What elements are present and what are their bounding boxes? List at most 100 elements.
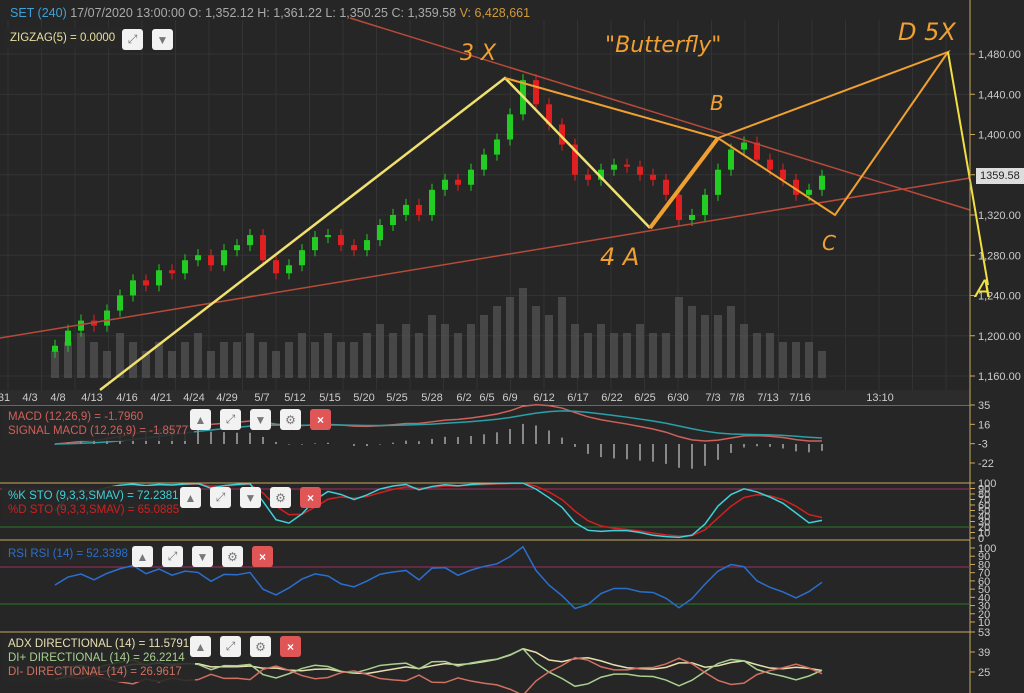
- macd-histogram-bar: [353, 444, 355, 446]
- time-tick-label: 6/17: [567, 392, 588, 404]
- macd-histogram-bar: [327, 442, 329, 444]
- candle-body: [325, 235, 331, 238]
- macd-histogram-bar: [678, 444, 680, 468]
- volume-bar: [545, 315, 553, 378]
- volume-bar: [636, 324, 644, 378]
- chart-canvas[interactable]: 3 X "Butterfly" B 4 A C D 5X A 1,480.00 1…: [0, 0, 1024, 693]
- volume-bar: [558, 297, 566, 378]
- candle-body: [481, 154, 487, 170]
- expand-icon[interactable]: ⤢: [210, 487, 231, 508]
- move-up-icon[interactable]: ▲: [132, 546, 153, 567]
- volume-bar: [233, 342, 241, 378]
- di-minus-value: DI- DIRECTIONAL (14) = 26.9617: [8, 666, 182, 678]
- macd-tick-label: 16: [978, 419, 990, 431]
- candle-body: [728, 149, 734, 170]
- macd-histogram-bar: [756, 444, 758, 447]
- candle-body: [403, 204, 409, 215]
- move-down-icon[interactable]: ▼: [240, 487, 261, 508]
- macd-histogram-bar: [743, 444, 745, 448]
- time-tick-label: 5/12: [284, 392, 305, 404]
- candle-body: [65, 330, 71, 346]
- macd-histogram-bar: [782, 444, 784, 449]
- move-down-icon[interactable]: ▼: [152, 29, 173, 50]
- volume-bar: [207, 351, 215, 378]
- expand-icon[interactable]: ⤢: [220, 409, 241, 430]
- close-icon[interactable]: ×: [310, 409, 331, 430]
- volume-label: V:: [459, 6, 471, 20]
- volume-bar: [805, 342, 813, 378]
- candle-body: [104, 310, 110, 326]
- macd-histogram-bar: [808, 444, 810, 453]
- volume-bar: [103, 351, 111, 378]
- close-icon[interactable]: ×: [252, 546, 273, 567]
- time-tick-label: 4/16: [116, 392, 137, 404]
- volume-bar: [740, 324, 748, 378]
- volume-bar: [168, 351, 176, 378]
- candle-body: [143, 280, 149, 286]
- volume-bar: [324, 333, 332, 378]
- close-icon[interactable]: ×: [300, 487, 321, 508]
- candle-body: [663, 179, 669, 195]
- macd-histogram-bar: [379, 444, 381, 445]
- expand-icon[interactable]: ⤢: [162, 546, 183, 567]
- gear-icon[interactable]: ⚙: [270, 487, 291, 508]
- macd-histogram-bar: [600, 444, 602, 458]
- price-axis[interactable]: 1,480.001,440.001,400.001,360.001,320.00…: [969, 0, 1021, 693]
- candle-body: [767, 159, 773, 170]
- candle-body: [624, 164, 630, 167]
- di-plus-value: DI+ DIRECTIONAL (14) = 26.2214: [8, 652, 185, 664]
- volume-bar: [727, 306, 735, 378]
- candle-body: [650, 174, 656, 180]
- volume-bar: [688, 306, 696, 378]
- candle-body: [429, 189, 435, 215]
- price-tick-label: 1,240.00: [978, 291, 1021, 303]
- macd-histogram-bar: [509, 429, 511, 444]
- gear-icon[interactable]: ⚙: [280, 409, 301, 430]
- macd-tick-label: 35: [978, 400, 990, 412]
- macd-histogram-bar: [392, 442, 394, 444]
- volume-bar: [129, 342, 137, 378]
- candle-body: [806, 189, 812, 195]
- high-label: H:: [257, 6, 270, 20]
- volume-bar: [77, 333, 85, 378]
- expand-icon[interactable]: ⤢: [220, 636, 241, 657]
- price-tick-label: 1,200.00: [978, 331, 1021, 343]
- move-up-icon[interactable]: ▲: [190, 409, 211, 430]
- close-value: 1,359.58: [407, 6, 457, 20]
- volume-bar: [90, 342, 98, 378]
- volume-bar: [246, 333, 254, 378]
- adx-tick-label: 25: [978, 667, 990, 679]
- candle-body: [247, 235, 253, 246]
- macd-histogram-bar: [496, 432, 498, 444]
- volume-bar: [272, 351, 280, 378]
- candle-body: [416, 204, 422, 215]
- expand-icon[interactable]: ⤢: [122, 29, 143, 50]
- time-tick-label: 13:10: [866, 392, 894, 404]
- volume-bar: [363, 333, 371, 378]
- move-down-icon[interactable]: ▼: [192, 546, 213, 567]
- volume-bar: [623, 333, 631, 378]
- volume-bar: [649, 333, 657, 378]
- high-value: 1,361.22: [273, 6, 322, 20]
- macd-histogram-bar: [197, 429, 199, 444]
- move-down-icon[interactable]: ▼: [250, 409, 271, 430]
- move-up-icon[interactable]: ▲: [190, 636, 211, 657]
- volume-bar: [493, 306, 501, 378]
- candle-body: [182, 260, 188, 274]
- candle-body: [52, 345, 58, 352]
- volume-bar: [181, 342, 189, 378]
- gear-icon[interactable]: ⚙: [222, 546, 243, 567]
- gear-icon[interactable]: ⚙: [250, 636, 271, 657]
- macd-histogram-bar: [366, 444, 368, 447]
- candle-body: [715, 169, 721, 195]
- move-up-icon[interactable]: ▲: [180, 487, 201, 508]
- adx-controls: ▲ ⤢ ⚙ ×: [190, 636, 301, 657]
- macd-histogram-bar: [587, 444, 589, 454]
- adx-tick-label: 39: [978, 647, 990, 659]
- macd-histogram-bar: [418, 441, 420, 444]
- close-icon[interactable]: ×: [280, 636, 301, 657]
- volume-bar: [454, 333, 462, 378]
- macd-histogram-bar: [821, 444, 823, 451]
- volume-bar: [298, 333, 306, 378]
- candle-body: [533, 80, 539, 105]
